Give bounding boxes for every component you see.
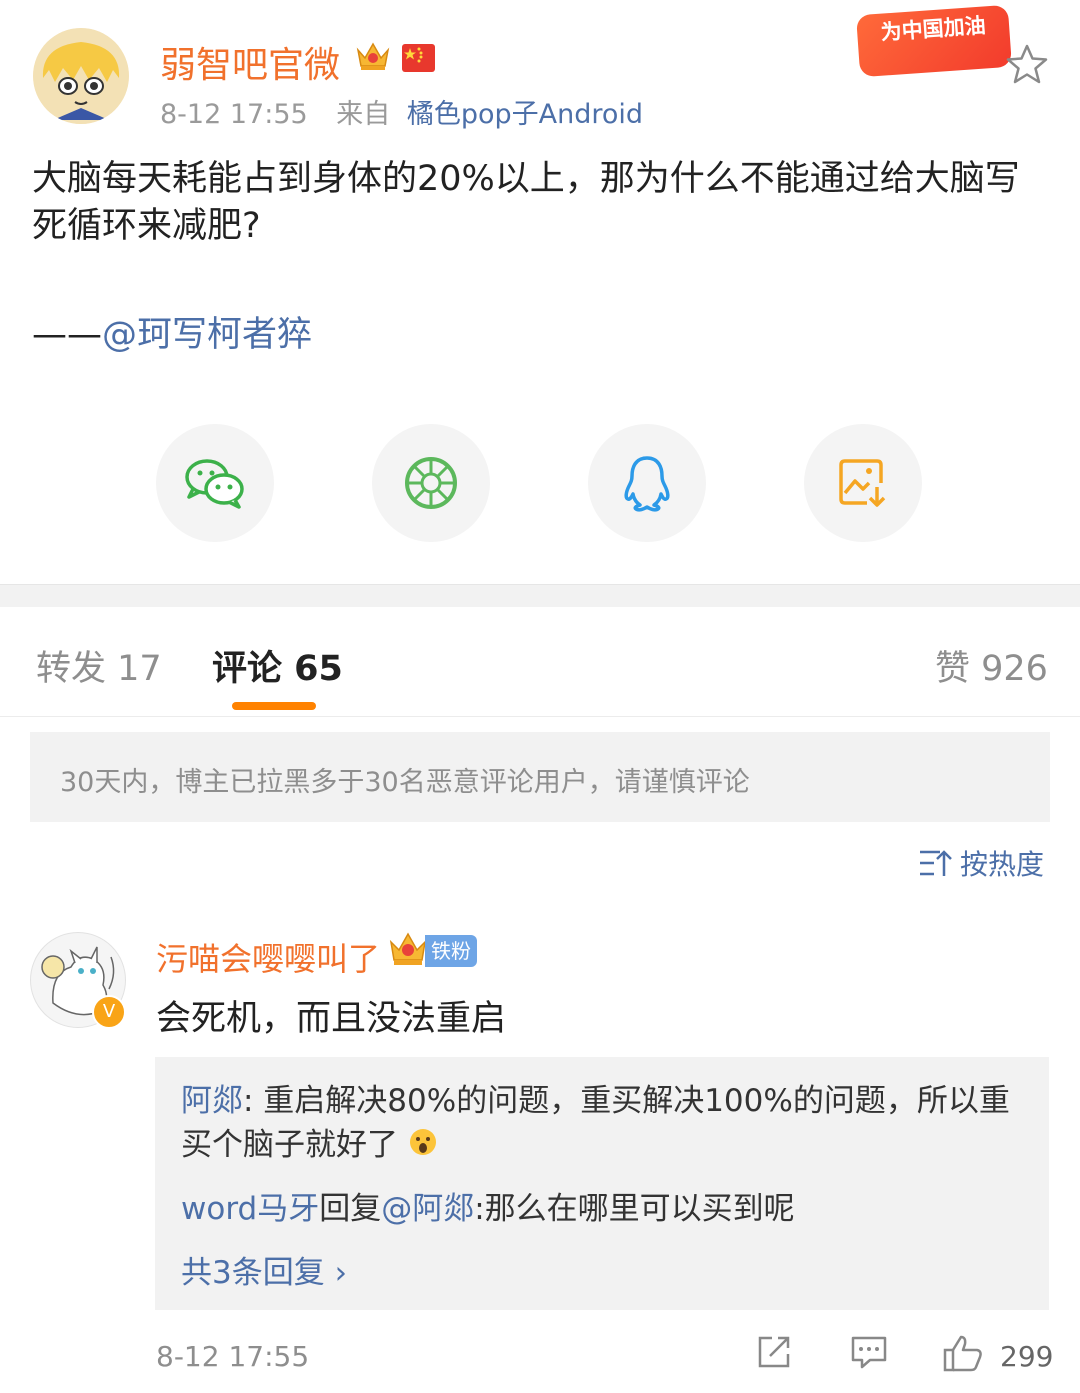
reply-item: word马牙回复@阿郯:那么在哪里可以买到呢 <box>181 1183 795 1228</box>
share-icon <box>758 1336 790 1368</box>
vip-crown-icon <box>355 40 391 76</box>
repost-comment-button[interactable] <box>756 1334 792 1374</box>
reply-author-link[interactable]: word马牙 <box>181 1191 319 1227</box>
reply-preview-box[interactable]: 阿郯: 重启解决80%的问题，重买解决100%的问题，所以重买个脑子就好了 wo… <box>155 1057 1049 1310</box>
moments-icon <box>405 457 457 509</box>
reply-button[interactable] <box>850 1334 888 1374</box>
sort-label: 按热度 <box>960 848 1045 881</box>
reply-text: :那么在哪里可以买到呢 <box>474 1191 795 1227</box>
post-source[interactable]: 橘色pop子Android <box>407 99 643 130</box>
tabs-divider <box>0 716 1080 717</box>
share-qq-button[interactable] <box>588 424 706 542</box>
qq-icon <box>624 456 670 512</box>
tab-comments[interactable]: 评论 65 <box>212 640 343 691</box>
share-moments-button[interactable] <box>372 424 490 542</box>
comment-notice: 30天内，博主已拉黑多于30名恶意评论用户，请谨慎评论 <box>30 732 1050 822</box>
post-author-name[interactable]: 弱智吧官微 <box>160 36 340 88</box>
post-author-avatar[interactable] <box>33 28 129 124</box>
tab-reposts[interactable]: 转发 17 <box>36 640 162 691</box>
reply-text: : 重启解决80%的问题，重买解决100%的问题，所以重买个脑子就好了 <box>181 1083 1010 1163</box>
wechat-icon <box>185 459 244 509</box>
surprised-emoji-icon <box>408 1125 438 1169</box>
post-time: 8-12 17:55 <box>160 99 308 130</box>
sort-button[interactable]: 按热度 <box>918 843 1044 883</box>
reply-item: 阿郯: 重启解决80%的问题，重买解决100%的问题，所以重买个脑子就好了 <box>181 1079 1031 1169</box>
sig-mention-link[interactable]: @珂写柯者猝 <box>102 315 312 355</box>
source-prefix: 来自 <box>336 99 391 130</box>
china-flag-icon <box>402 44 435 72</box>
like-button[interactable] <box>942 1334 984 1376</box>
favorite-star-icon[interactable] <box>1005 43 1049 89</box>
like-count: 299 <box>1000 1340 1054 1373</box>
comment-time: 8-12 17:55 <box>156 1340 310 1373</box>
comment-text: 会死机，而且没法重启 <box>156 999 507 1039</box>
active-tab-indicator <box>232 702 316 710</box>
campaign-banner[interactable]: 为中国加油 <box>856 4 1012 78</box>
commenter-name[interactable]: 污喵会嘤嘤叫了 <box>156 934 380 980</box>
avatar-illustration <box>33 28 129 124</box>
sig-prefix: —— <box>32 315 102 355</box>
save-image-icon <box>839 459 886 507</box>
section-separator <box>0 584 1080 607</box>
reply-author-link[interactable]: 阿郯 <box>181 1083 243 1119</box>
reply-keyword: 回复 <box>319 1191 382 1227</box>
more-replies-link[interactable]: 共3条回复 › <box>181 1247 347 1292</box>
post-signature: ——@珂写柯者猝 <box>32 306 312 357</box>
notice-text: 30天内，博主已拉黑多于30名恶意评论用户，请谨慎评论 <box>60 767 750 798</box>
comment-icon <box>851 1336 887 1369</box>
sort-icon <box>920 850 952 876</box>
share-wechat-button[interactable] <box>156 424 274 542</box>
fan-crown-icon <box>388 930 428 972</box>
verified-badge-icon: V <box>92 995 126 1029</box>
post-meta: 8-12 17:55 来自 橘色pop子Android <box>160 92 643 131</box>
thumbs-up-icon <box>943 1335 982 1372</box>
post-text: 大脑每天耗能占到身体的20%以上，那为什么不能通过给大脑写死循环来减肥? <box>32 159 1020 246</box>
save-image-button[interactable] <box>804 424 922 542</box>
tab-likes[interactable]: 赞 926 <box>935 640 1048 691</box>
iron-fan-badge: 铁粉 <box>425 935 477 967</box>
reply-mention-link[interactable]: @阿郯 <box>381 1191 474 1227</box>
